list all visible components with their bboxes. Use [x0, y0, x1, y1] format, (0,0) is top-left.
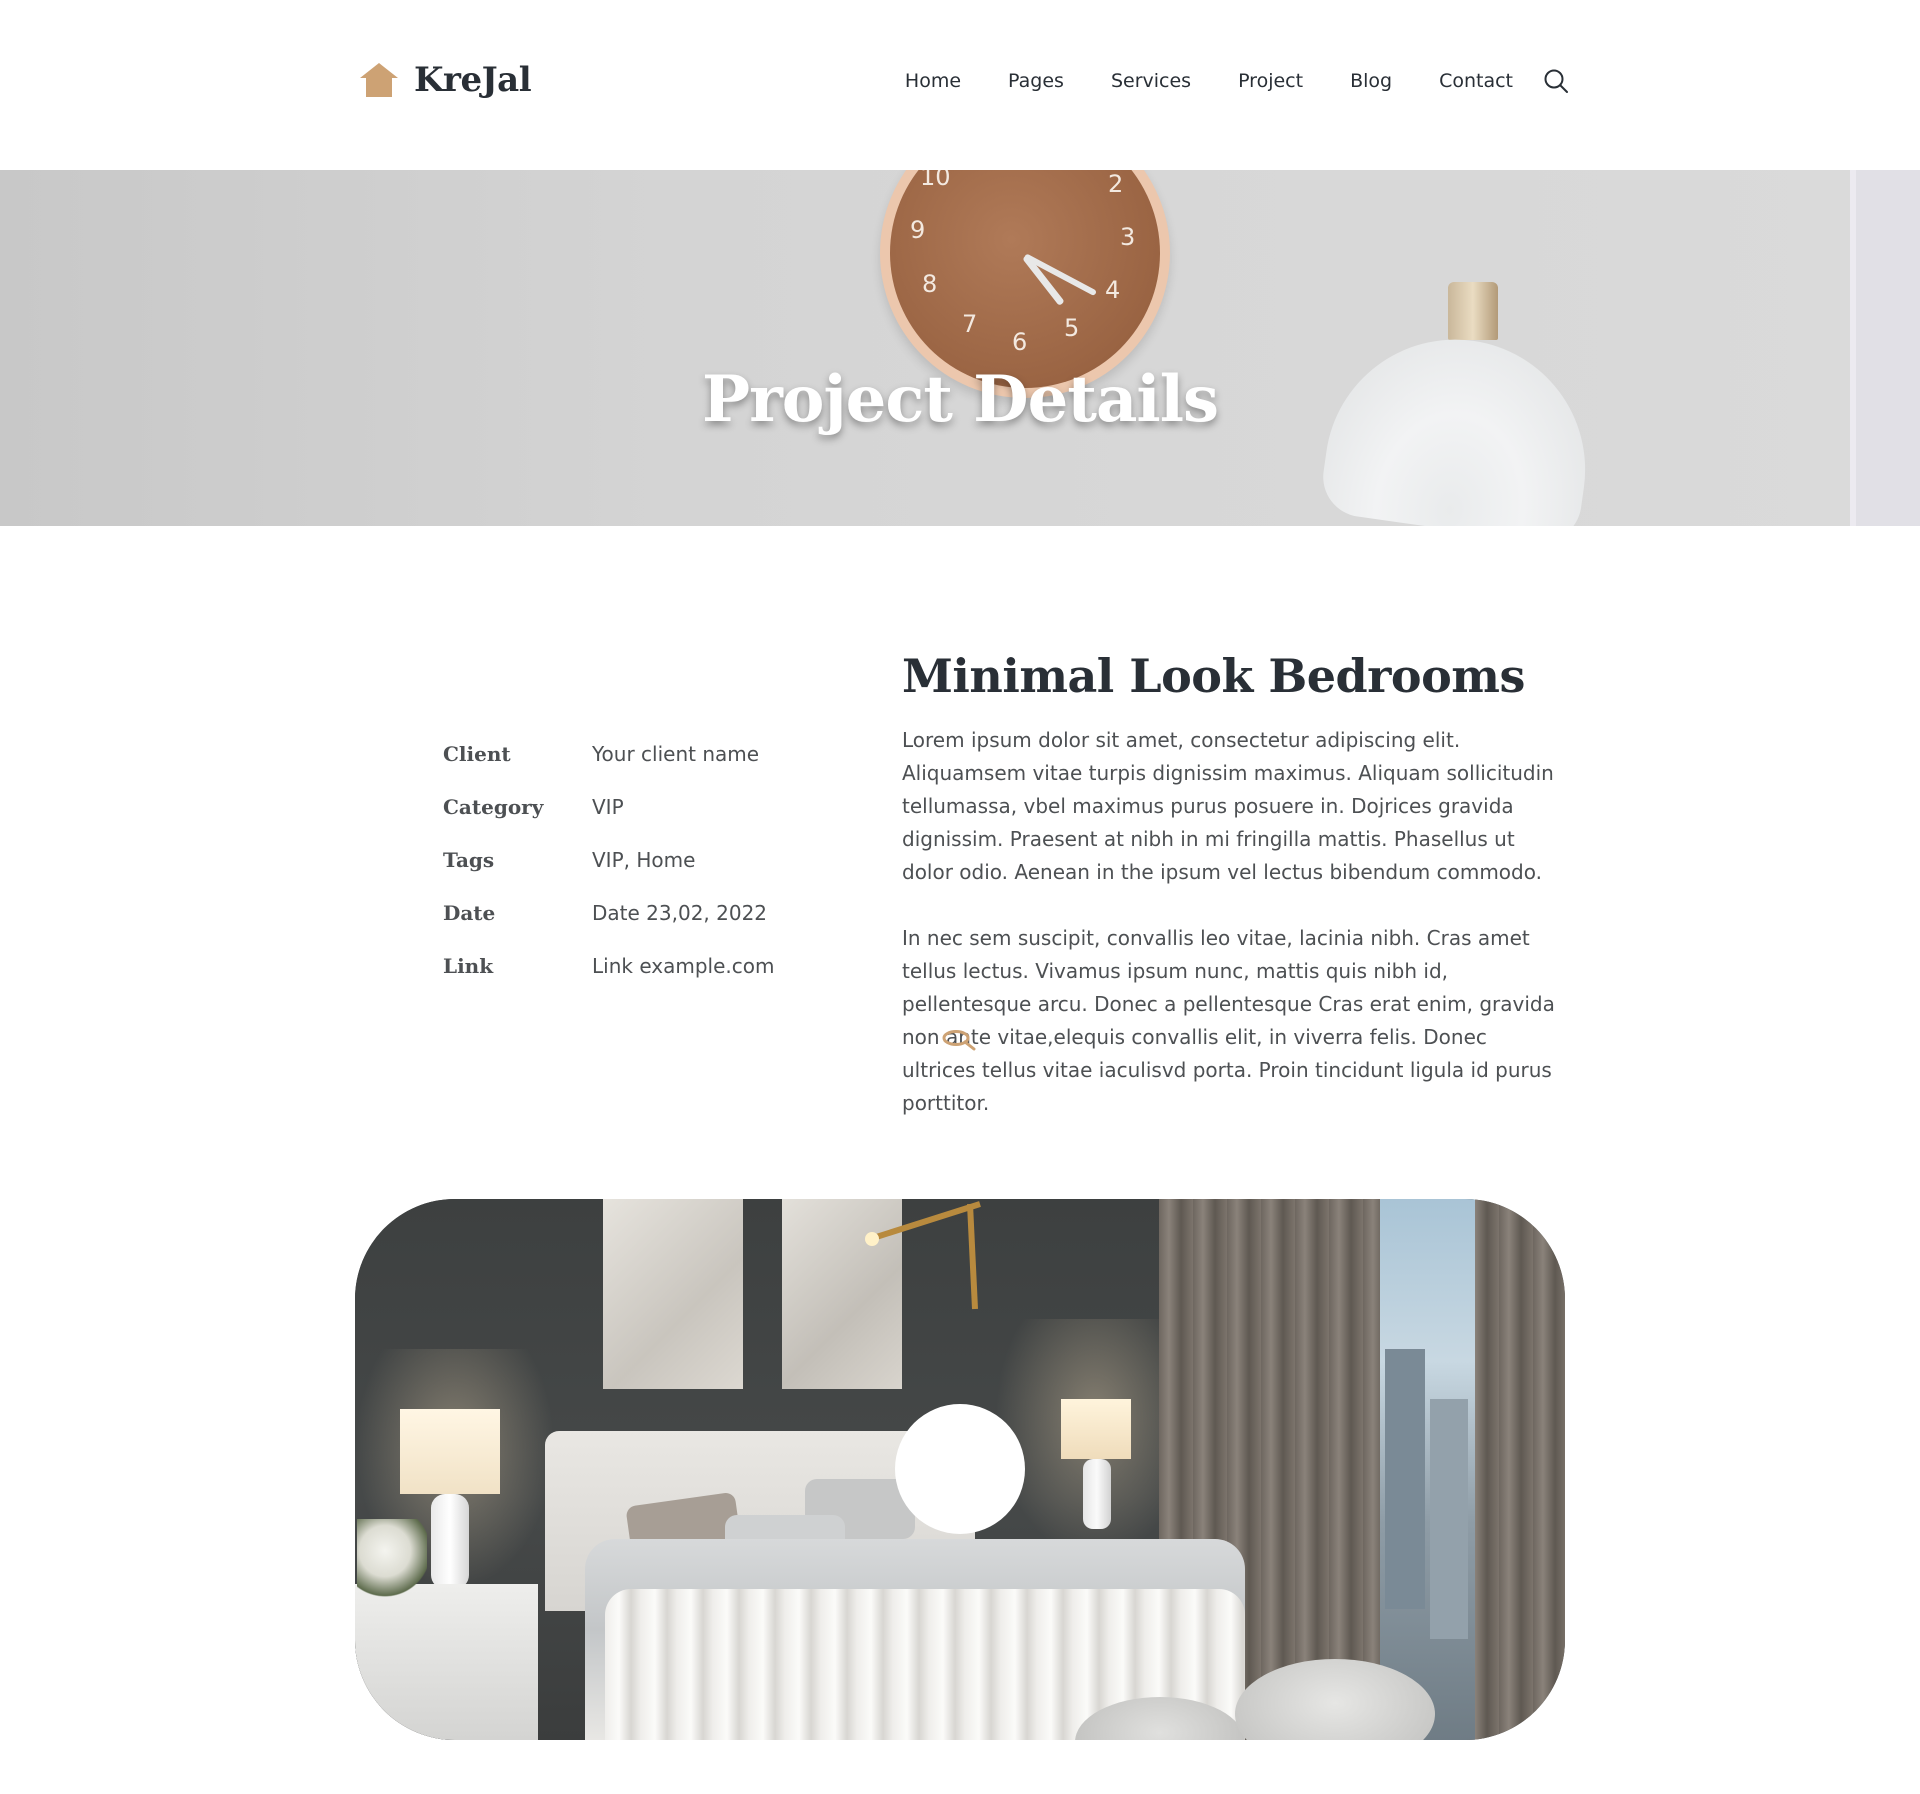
detail-label: Date	[443, 901, 496, 925]
detail-row-tags: Tags VIP, Home	[443, 848, 695, 878]
house-icon	[360, 63, 398, 97]
logo-text: KreJal	[414, 60, 532, 100]
table-lamp	[1061, 1399, 1131, 1459]
bedroom-photo	[355, 1199, 1565, 1740]
page-banner: 10 9 8 7 6 5 4 3 2	[0, 170, 1920, 526]
chandelier	[865, 1201, 981, 1310]
detail-row-client: Client Your client name	[443, 742, 759, 772]
detail-label: Tags	[443, 848, 495, 872]
article-paragraph: In nec sem suscipit, convallis leo vitae…	[902, 926, 1555, 1115]
wall-art	[603, 1199, 743, 1389]
nav-home[interactable]: Home	[905, 70, 961, 92]
detail-row-date: Date Date 23,02, 2022	[443, 901, 767, 931]
detail-label: Category	[443, 795, 544, 819]
site-header: KreJal Home Pages Services Project Blog …	[0, 0, 1920, 170]
main-nav: Home Pages Services Project Blog Contact	[905, 68, 1569, 94]
nav-contact[interactable]: Contact	[1439, 70, 1513, 92]
magnifier-cursor-icon	[942, 1030, 976, 1051]
project-article: Minimal Look Bedrooms Lorem ipsum dolor …	[902, 648, 1562, 1120]
detail-label: Client	[443, 742, 511, 766]
banner-doorframe	[1850, 170, 1920, 526]
detail-value: VIP, Home	[592, 848, 696, 872]
detail-value: Date 23,02, 2022	[592, 901, 768, 925]
logo[interactable]: KreJal	[358, 58, 532, 102]
detail-row-link: Link Link example.com	[443, 954, 774, 984]
nav-services[interactable]: Services	[1111, 70, 1191, 92]
nightstand	[355, 1584, 538, 1740]
play-button[interactable]	[895, 1404, 1025, 1534]
lamp-image	[1448, 282, 1498, 340]
article-paragraph: Lorem ipsum dolor sit amet, consectetur …	[902, 728, 1554, 884]
detail-link[interactable]: Link example.com	[592, 954, 774, 984]
page-title: Project Details	[701, 362, 1219, 437]
table-lamp	[400, 1409, 500, 1494]
nav-pages[interactable]: Pages	[1008, 70, 1064, 92]
detail-row-category: Category VIP	[443, 795, 624, 825]
detail-value: Your client name	[592, 742, 760, 766]
detail-label: Link	[443, 954, 494, 978]
search-icon[interactable]	[1543, 68, 1569, 94]
nav-blog[interactable]: Blog	[1350, 70, 1392, 92]
article-title: Minimal Look Bedrooms	[902, 649, 1525, 703]
detail-value: VIP	[592, 795, 624, 819]
nav-project[interactable]: Project	[1238, 70, 1303, 92]
